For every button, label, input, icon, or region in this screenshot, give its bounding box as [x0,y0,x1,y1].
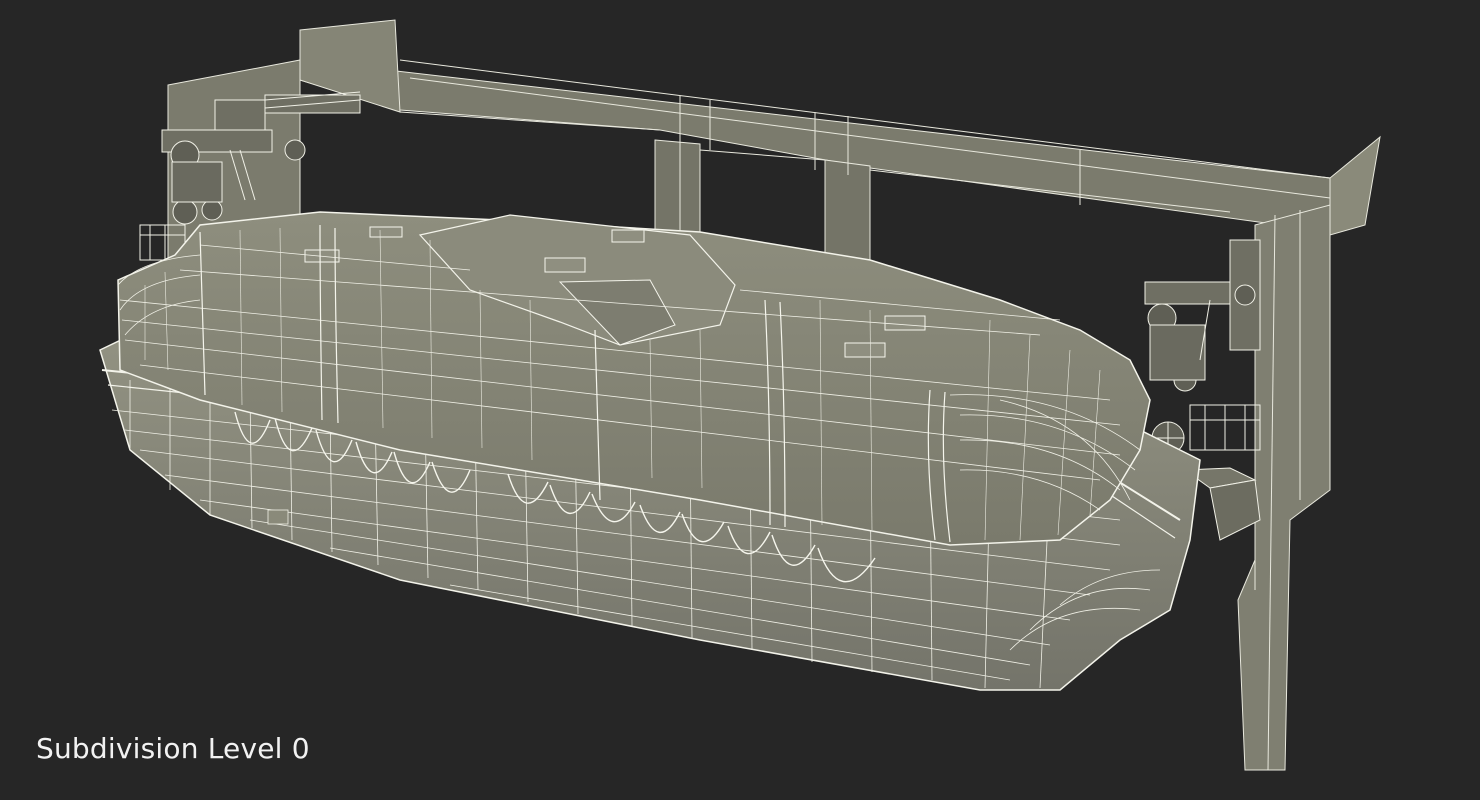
subdivision-level-caption: Subdivision Level 0 [36,732,310,765]
wireframe-lifeboat-render [99,19,1381,771]
model-viewport: Subdivision Level 0 [0,0,1480,800]
